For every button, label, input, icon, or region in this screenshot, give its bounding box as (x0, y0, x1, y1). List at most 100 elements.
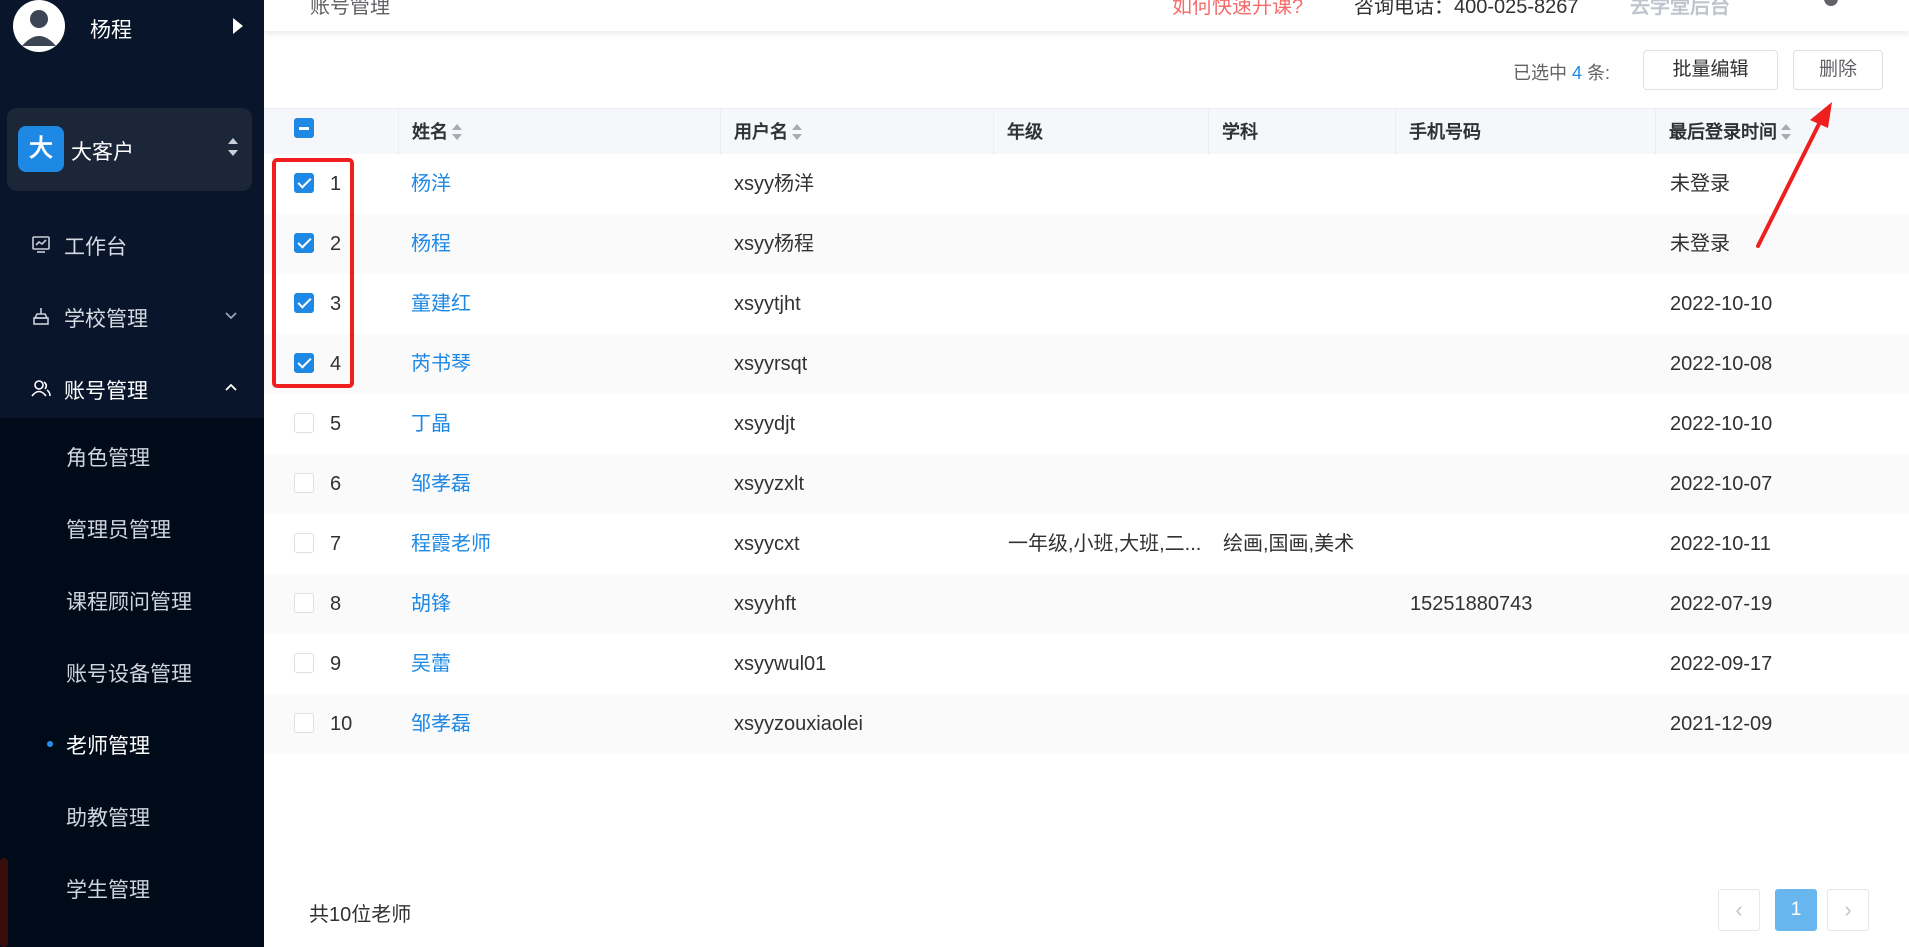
row-checkbox[interactable] (294, 653, 314, 673)
cell-subject (1223, 634, 1393, 694)
sort-icon[interactable] (792, 124, 802, 142)
th-phone: 手机号码 (1395, 109, 1655, 155)
cell-name[interactable]: 丁晶 (411, 394, 451, 454)
cell-last-login: 2022-10-07 (1670, 473, 1773, 495)
cell-subject (1223, 334, 1393, 394)
cell-name[interactable]: 杨程 (411, 214, 451, 274)
table-row: 8 胡锋 xsyyhft 15251880743 2022-07-19 (264, 574, 1909, 634)
th-grade: 年级 (993, 109, 1208, 155)
users-icon (31, 380, 51, 397)
row-checkbox[interactable] (294, 713, 314, 733)
sidebar-item-students[interactable]: 学生管理 (0, 857, 264, 917)
cell-last-login: 2022-10-10 (1670, 293, 1773, 315)
cell-name[interactable]: 胡锋 (411, 574, 451, 634)
cell-grade (1008, 454, 1218, 514)
org-switcher[interactable]: 大 大客户 (7, 108, 252, 191)
cell-username: xsyytjht (734, 293, 801, 315)
row-index: 8 (330, 593, 342, 615)
cell-grade (1008, 574, 1218, 634)
prev-page-button[interactable]: ‹ (1718, 889, 1760, 931)
row-index: 6 (330, 473, 342, 495)
select-all-checkbox[interactable] (294, 118, 314, 138)
sidebar-item-teachers[interactable]: 老师管理 (0, 713, 264, 773)
delete-button[interactable]: 删除 (1793, 50, 1883, 90)
promo-link[interactable]: 如何快速开课? (1172, 0, 1303, 19)
cell-name[interactable]: 杨洋 (411, 154, 451, 214)
cell-subject (1223, 394, 1393, 454)
page-1-button[interactable]: 1 (1775, 889, 1817, 931)
cell-grade (1008, 694, 1218, 754)
menu-item-account[interactable]: 账号管理 (0, 358, 264, 418)
cell-username: xsyy杨洋 (734, 173, 814, 195)
cell-last-login: 2022-07-19 (1670, 593, 1773, 615)
cell-last-login: 2022-10-08 (1670, 353, 1773, 375)
cell-username: xsyyhft (734, 593, 797, 615)
cell-grade (1008, 634, 1218, 694)
th-subject: 学科 (1208, 109, 1395, 155)
cell-last-login: 未登录 (1670, 173, 1730, 195)
row-checkbox[interactable] (294, 473, 314, 493)
cell-username: xsyycxt (734, 533, 800, 555)
th-username[interactable]: 用户名 (720, 109, 993, 155)
cell-grade (1008, 274, 1218, 334)
cell-name[interactable]: 邹孝磊 (411, 694, 471, 754)
total-count: 共10位老师 (309, 904, 412, 926)
sidebar-item-admins[interactable]: 管理员管理 (0, 497, 264, 557)
table-row: 6 邹孝磊 xsyyzxlt 2022-10-07 (264, 454, 1909, 514)
row-index: 10 (330, 713, 353, 735)
caret-right-icon[interactable] (233, 18, 243, 34)
cell-subject (1223, 214, 1393, 274)
sidebar-item-devices[interactable]: 账号设备管理 (0, 641, 264, 701)
cell-name[interactable]: 童建红 (411, 274, 471, 334)
annotation-arrow-icon (1756, 102, 1832, 248)
row-index: 9 (330, 653, 342, 675)
cell-grade: 一年级,小班,大班,二... (1008, 533, 1202, 555)
cell-username: xsyyrsqt (734, 353, 808, 375)
table-row: 9 吴蕾 xsyywul01 2022-09-17 (264, 634, 1909, 694)
cell-subject (1223, 154, 1393, 214)
th-name[interactable]: 姓名 (398, 109, 720, 155)
cell-name[interactable]: 程霞老师 (411, 514, 491, 574)
batch-edit-button[interactable]: 批量编辑 (1643, 50, 1778, 90)
cell-last-login: 2022-10-10 (1670, 413, 1773, 435)
menu-item-school[interactable]: 学校管理 (0, 286, 264, 346)
menu-item-workbench[interactable]: 工作台 (0, 214, 264, 274)
cell-last-login: 2022-09-17 (1670, 653, 1773, 675)
sidebar-scrollbar[interactable] (0, 858, 8, 947)
cell-subject (1223, 454, 1393, 514)
org-name: 大客户 (71, 141, 134, 164)
annotation-highlight-box (272, 158, 354, 388)
user-name: 杨程 (90, 19, 132, 42)
user-menu[interactable]: 杨程 (0, 0, 264, 60)
cell-name[interactable]: 芮书琴 (411, 334, 471, 394)
row-index: 7 (330, 533, 342, 555)
sidebar-item-roles[interactable]: 角色管理 (0, 425, 264, 485)
table-row: 3 童建红 xsyytjht 2022-10-10 (264, 274, 1909, 334)
sidebar-item-consultants[interactable]: 课程顾问管理 (0, 569, 264, 629)
row-checkbox[interactable] (294, 413, 314, 433)
cell-grade (1008, 214, 1218, 274)
sort-icon[interactable] (452, 124, 462, 142)
next-page-button[interactable]: › (1827, 889, 1869, 931)
row-index: 5 (330, 413, 342, 435)
cell-username: xsyyzouxiaolei (734, 713, 863, 735)
sidebar: 杨程 大 大客户 工作台 学校管理 账号管理 角色管理 管理员管理 课程顾问管理… (0, 0, 264, 947)
table-row: 1 杨洋 xsyy杨洋 未登录 (264, 154, 1909, 214)
org-badge: 大 (18, 126, 64, 172)
backend-link[interactable]: 去学堂后台 (1630, 0, 1730, 19)
table-row: 10 邹孝磊 xsyyzouxiaolei 2021-12-09 (264, 694, 1909, 754)
avatar (13, 0, 65, 52)
table-row: 5 丁晶 xsyydjt 2022-10-10 (264, 394, 1909, 454)
sidebar-item-assistants[interactable]: 助教管理 (0, 785, 264, 845)
table-row: 7 程霞老师 xsyycxt 一年级,小班,大班,二... 绘画,国画,美术 2022-1… (264, 514, 1909, 574)
table-row: 4 芮书琴 xsyyrsqt 2022-10-08 (264, 334, 1909, 394)
cell-name[interactable]: 吴蕾 (411, 634, 451, 694)
breadcrumb: 账号管理 (310, 0, 390, 18)
cell-subject: 绘画,国画,美术 (1223, 533, 1355, 555)
table-row: 2 杨程 xsyy杨程 未登录 (264, 214, 1909, 274)
row-checkbox[interactable] (294, 533, 314, 553)
bell-icon[interactable] (1824, 0, 1838, 6)
top-header: 账号管理 如何快速开课? 咨询电话：400-025-8267 去学堂后台 (264, 0, 1909, 31)
cell-name[interactable]: 邹孝磊 (411, 454, 471, 514)
row-checkbox[interactable] (294, 593, 314, 613)
